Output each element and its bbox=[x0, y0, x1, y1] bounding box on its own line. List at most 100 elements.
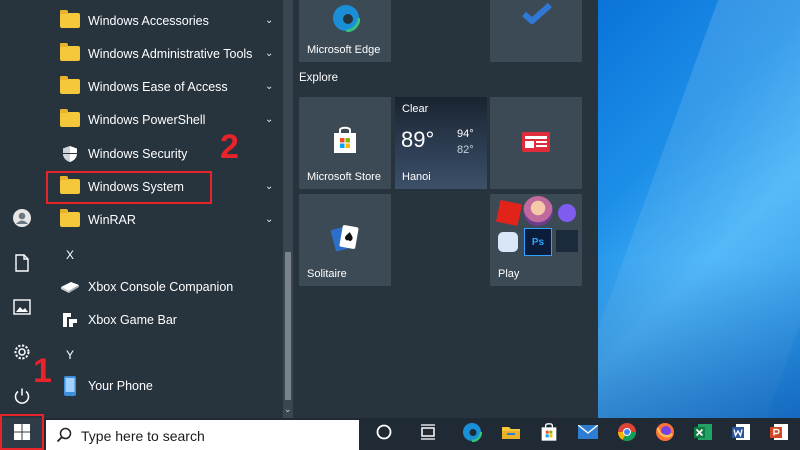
start-menu: Windows Accessories ⌄ Windows Administra… bbox=[0, 0, 598, 418]
annotation-highlight-start-button bbox=[0, 414, 44, 450]
app-list-item-windows-powershell[interactable]: Windows PowerShell ⌄ bbox=[44, 103, 282, 136]
store-icon bbox=[539, 422, 559, 447]
folder-icon bbox=[59, 109, 81, 130]
taskbar-chrome-button[interactable] bbox=[613, 418, 641, 450]
folder-icon bbox=[59, 10, 81, 31]
pictures-icon[interactable] bbox=[10, 295, 34, 319]
shield-icon bbox=[59, 144, 81, 164]
chevron-down-icon[interactable]: ⌄ bbox=[265, 81, 273, 92]
chevron-down-icon[interactable]: ⌄ bbox=[265, 214, 273, 225]
section-letter-x[interactable]: X bbox=[66, 248, 74, 262]
weather-temperature: 89° bbox=[401, 127, 435, 152]
excel-icon bbox=[693, 422, 713, 447]
app-label: Windows Ease of Access bbox=[88, 79, 228, 94]
chevron-down-icon[interactable]: ⌄ bbox=[265, 15, 273, 26]
tile-microsoft-store[interactable]: Microsoft Store bbox=[299, 97, 391, 189]
scroll-down-arrow-icon[interactable]: ⌄ bbox=[284, 404, 292, 415]
app-list-scroll-thumb[interactable] bbox=[285, 252, 291, 400]
chrome-icon bbox=[617, 422, 637, 447]
weather-low: 82° bbox=[457, 144, 474, 156]
dolby-icon bbox=[556, 230, 578, 252]
app-label: Windows Security bbox=[88, 146, 188, 161]
app-list-item-your-phone[interactable]: Your Phone bbox=[44, 369, 282, 402]
app-label: Windows Accessories bbox=[88, 13, 209, 28]
task-view-icon bbox=[419, 423, 437, 445]
settings-gear-icon[interactable] bbox=[10, 340, 34, 364]
tile-todo[interactable] bbox=[490, 0, 582, 62]
taskbar-store-button[interactable] bbox=[535, 418, 563, 450]
app-label: WinRAR bbox=[88, 212, 136, 227]
weather-city: Hanoi bbox=[402, 171, 431, 183]
tile-label: Solitaire bbox=[307, 268, 347, 280]
xbox-game-bar-icon bbox=[59, 310, 81, 330]
tile-microsoft-edge[interactable]: Microsoft Edge bbox=[299, 0, 391, 62]
tile-label: Play bbox=[498, 268, 520, 280]
taskbar-mail-button[interactable] bbox=[574, 418, 602, 450]
xbox-console-icon bbox=[59, 277, 81, 297]
powerpoint-icon bbox=[769, 422, 789, 447]
checkmark-icon bbox=[522, 2, 552, 29]
phone-icon bbox=[59, 375, 81, 396]
search-icon bbox=[56, 427, 72, 448]
edge-icon bbox=[331, 3, 361, 37]
user-account-icon[interactable] bbox=[10, 206, 34, 230]
news-icon bbox=[521, 131, 551, 158]
app-list-item-windows-accessories[interactable]: Windows Accessories ⌄ bbox=[44, 4, 282, 37]
tile-weather[interactable]: Clear 89° 94° 82° Hanoi bbox=[395, 97, 487, 189]
app-label: Windows Administrative Tools bbox=[88, 46, 253, 61]
weather-high: 94° bbox=[457, 128, 474, 140]
word-icon bbox=[731, 422, 751, 447]
taskbar-powerpoint-button[interactable] bbox=[765, 418, 793, 450]
folder-icon bbox=[59, 43, 81, 64]
documents-icon[interactable] bbox=[10, 251, 34, 275]
app-label: Your Phone bbox=[88, 378, 153, 393]
chevron-down-icon[interactable]: ⌄ bbox=[265, 48, 273, 59]
app-label: Windows PowerShell bbox=[88, 112, 206, 127]
tile-solitaire[interactable]: Solitaire bbox=[299, 194, 391, 286]
app-label: Xbox Game Bar bbox=[88, 312, 177, 327]
tile-play-folder[interactable]: Ps Play bbox=[490, 194, 582, 286]
tile-label: Microsoft Edge bbox=[307, 44, 381, 56]
app-list-item-xbox-game-bar[interactable]: Xbox Game Bar bbox=[44, 303, 282, 336]
picsart-icon bbox=[498, 232, 518, 252]
chevron-down-icon[interactable]: ⌄ bbox=[265, 114, 273, 125]
mail-icon bbox=[577, 423, 599, 444]
search-placeholder[interactable]: Type here to search bbox=[81, 428, 205, 444]
firefox-icon bbox=[655, 422, 675, 447]
tile-label: Microsoft Store bbox=[307, 171, 381, 183]
game-character-icon bbox=[523, 196, 553, 226]
app-list-item-windows-administrative-tools[interactable]: Windows Administrative Tools ⌄ bbox=[44, 37, 282, 70]
taskbar-excel-button[interactable] bbox=[689, 418, 717, 450]
cortana-circle-icon bbox=[376, 424, 392, 445]
app-list-item-windows-ease-of-access[interactable]: Windows Ease of Access ⌄ bbox=[44, 70, 282, 103]
app-list-item-winrar[interactable]: WinRAR ⌄ bbox=[44, 203, 282, 236]
annotation-step-2: 2 bbox=[220, 128, 239, 166]
section-letter-y[interactable]: Y bbox=[66, 348, 74, 362]
roblox-icon bbox=[495, 199, 523, 227]
annotation-step-1: 1 bbox=[33, 352, 52, 390]
app-list-item-windows-security[interactable]: Windows Security bbox=[44, 137, 282, 170]
power-icon[interactable] bbox=[10, 384, 34, 408]
taskbar-file-explorer-button[interactable] bbox=[497, 418, 525, 450]
app-list-item-xbox-console-companion[interactable]: Xbox Console Companion bbox=[44, 270, 282, 303]
app-list: Windows Accessories ⌄ Windows Administra… bbox=[44, 0, 282, 418]
photoshop-icon: Ps bbox=[524, 228, 552, 256]
annotation-highlight-windows-system bbox=[46, 171, 212, 204]
tile-group-title: Explore bbox=[299, 72, 338, 84]
messenger-icon bbox=[558, 204, 576, 222]
taskbar-search-box[interactable]: Type here to search bbox=[46, 420, 359, 450]
task-view-button[interactable] bbox=[414, 418, 442, 450]
folder-icon bbox=[59, 76, 81, 97]
taskbar-edge-button[interactable] bbox=[458, 418, 486, 450]
cortana-button[interactable] bbox=[370, 418, 398, 450]
edge-icon bbox=[461, 421, 483, 447]
taskbar-firefox-button[interactable] bbox=[651, 418, 679, 450]
taskbar-word-button[interactable] bbox=[727, 418, 755, 450]
tile-news[interactable] bbox=[490, 97, 582, 189]
chevron-down-icon[interactable]: ⌄ bbox=[265, 181, 273, 192]
wallpaper-shade bbox=[598, 260, 800, 418]
weather-condition: Clear bbox=[402, 103, 429, 115]
solitaire-cards-icon bbox=[329, 222, 361, 257]
folder-icon bbox=[59, 209, 81, 230]
file-explorer-icon bbox=[501, 424, 521, 445]
